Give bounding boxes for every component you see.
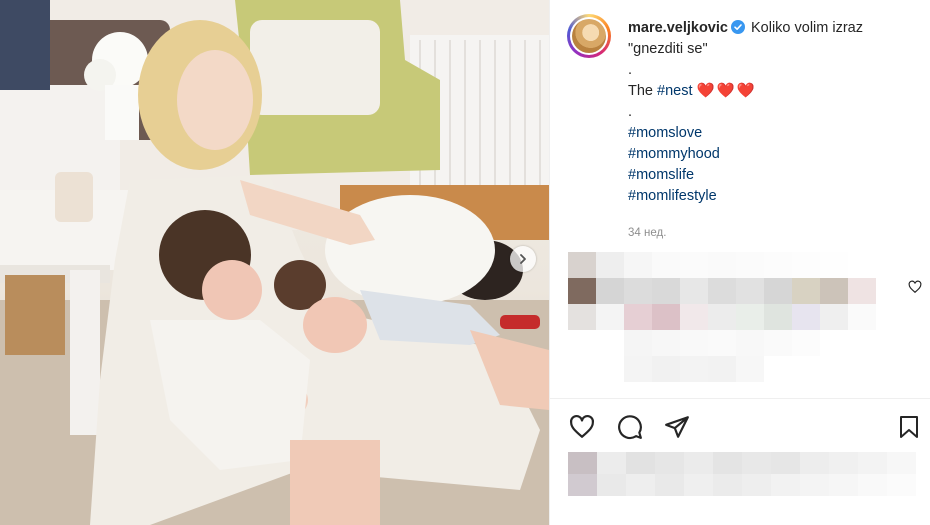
hashtag-momlifestyle[interactable]: #momlifestyle — [628, 186, 918, 207]
save-button[interactable] — [895, 413, 923, 441]
hashtag-mommyhood[interactable]: #mommyhood — [628, 144, 918, 165]
bookmark-icon — [900, 416, 918, 438]
caption-text-line1: Koliko volim izraz — [751, 20, 863, 36]
username-link[interactable]: mare.veljkovic — [628, 20, 728, 36]
pixelated-comment — [568, 252, 876, 382]
verified-badge-icon — [730, 20, 745, 34]
next-photo-button[interactable] — [510, 246, 536, 272]
hashtag-nest[interactable]: #nest — [657, 83, 692, 99]
avatar — [570, 17, 608, 55]
heart-icon — [570, 414, 594, 438]
share-button[interactable] — [663, 413, 691, 441]
photo-illustration — [0, 0, 549, 525]
divider — [550, 398, 930, 399]
paper-plane-icon — [665, 416, 689, 438]
hashtag-momslife[interactable]: #momslife — [628, 165, 918, 186]
avatar-image — [572, 19, 606, 53]
caption-the: The — [628, 83, 653, 99]
pixelated-likes — [568, 452, 916, 496]
like-button[interactable] — [568, 413, 596, 441]
chevron-right-icon — [520, 254, 526, 264]
post-photo[interactable] — [0, 0, 549, 525]
caption-text-line2: "gnezditi se" — [628, 41, 708, 57]
post-timestamp: 34 нед. — [628, 227, 667, 239]
post-detail-panel: mare.veljkovic Koliko volim izraz "gnezd… — [549, 0, 930, 525]
small-heart-icon[interactable] — [908, 280, 922, 294]
avatar-story-ring[interactable] — [567, 14, 611, 58]
comment-button[interactable] — [616, 413, 644, 441]
heart-emojis: ❤️❤️❤️ — [696, 83, 757, 99]
caption-dot: . — [628, 62, 633, 78]
caption-dot: . — [628, 104, 633, 120]
comment-bubble-icon — [618, 415, 642, 439]
post-caption: mare.veljkovic Koliko volim izraz "gnezd… — [628, 18, 918, 207]
hashtag-momslove[interactable]: #momslove — [628, 123, 918, 144]
